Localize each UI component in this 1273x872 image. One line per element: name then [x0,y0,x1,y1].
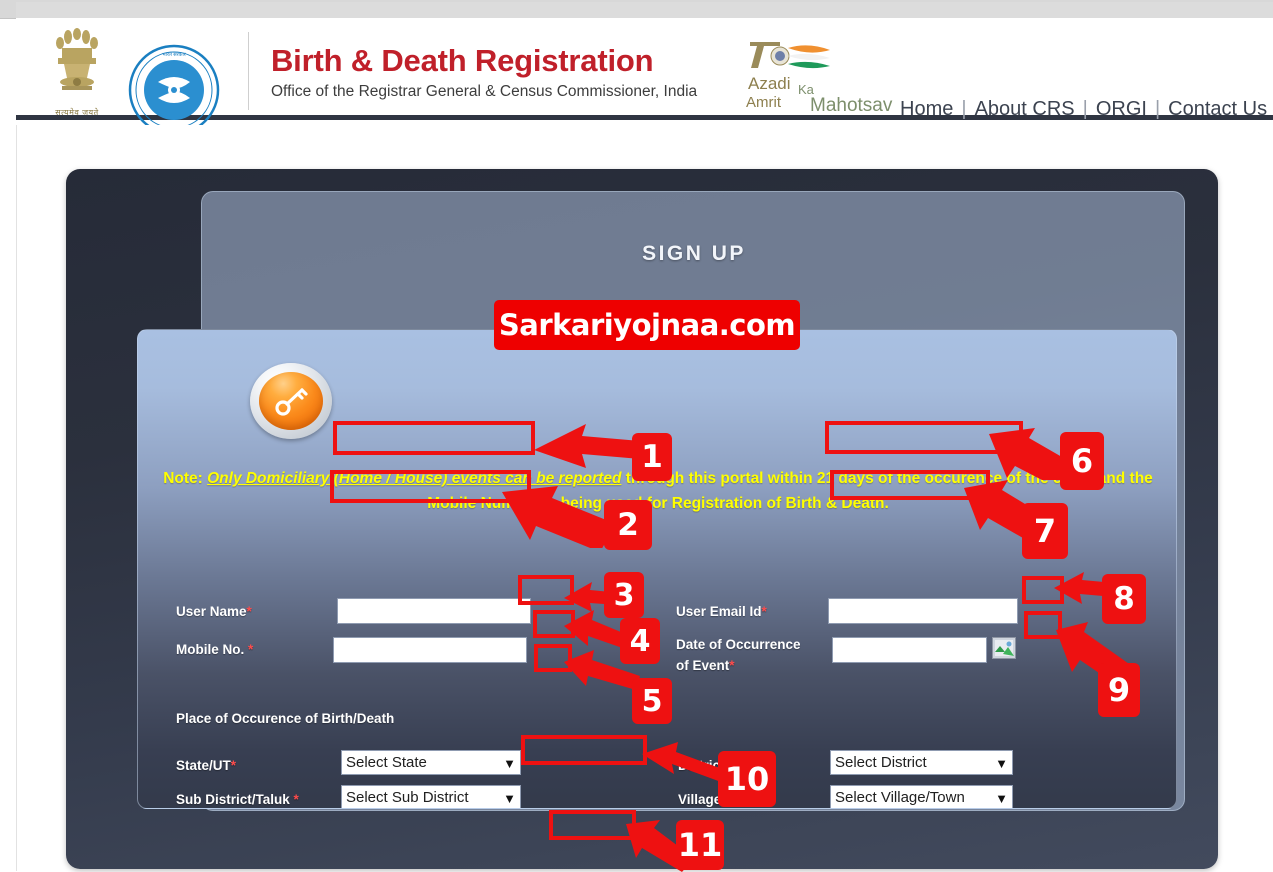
label-state-ut: State/UT* [176,758,237,773]
annotation-number-7: 7 [1022,503,1068,559]
national-emblem-icon: सत्यमेव जयते [38,24,116,120]
main-navigation: Home | About CRS | ORGI | Contact Us [900,98,1267,121]
section-heading-place-of-occurence: Place of Occurence of Birth/Death [176,711,395,726]
label-sub-district-taluk: Sub District/Taluk * [176,792,299,807]
azadi-line-1: Azadi [748,74,791,93]
chevron-down-icon: ▼ [503,790,516,806]
label-user-email: User Email Id* [676,604,767,619]
label-date-of-occurrence: Date of Occurrence [676,637,801,652]
nav-separator-3: | [1154,98,1161,120]
page-body: SIGN UP Note: Only Domiciliary (Home / H… [16,125,1273,871]
label-user-name: User Name* [176,604,252,619]
browser-chrome-strip [0,0,1273,19]
calendar-picker-icon[interactable] [992,637,1016,659]
emblem-caption: सत्यमेव जयते [55,108,99,117]
annotation-number-11: 11 [676,820,724,870]
browser-chrome-inner [16,2,1273,18]
page-title: Birth & Death Registration [271,43,654,78]
watermark-badge: Sarkariyojnaa.com [494,300,800,350]
annotation-number-4: 4 [620,618,660,664]
annotation-number-1: 1 [632,433,672,481]
user-name-input[interactable] [337,598,531,624]
nav-item-about-crs[interactable]: About CRS [975,98,1075,120]
district-select[interactable]: Select District ▼ [830,750,1013,775]
label-date-of-occurrence-2: of Event* [676,658,735,673]
nav-item-home[interactable]: Home [900,98,953,120]
label-mobile-no: Mobile No. * [176,642,254,657]
annotation-number-5: 5 [632,678,672,724]
signup-heading: SIGN UP [642,242,746,265]
sub-district-select[interactable]: Select Sub District ▼ [341,785,521,808]
nav-separator-2: | [1082,98,1088,120]
annotation-number-10: 10 [718,751,776,807]
azadi-ka-amrit-mahotsav-logo: Azadi Amrit Ka Mahotsav [744,40,894,120]
azadi-line-2: Amrit [746,94,781,111]
mobile-no-input[interactable] [333,637,527,663]
state-ut-select[interactable]: Select State ▼ [341,750,521,775]
header-title-block: Birth & Death Registration Office of the… [271,42,697,103]
user-email-input[interactable] [828,598,1018,624]
page-subtitle: Office of the Registrar General & Census… [271,83,698,100]
date-of-occurrence-input[interactable] [832,637,987,663]
district-select-value: Select District [835,754,927,771]
village-town-select[interactable]: Select Village/Town ▼ [830,785,1013,808]
svg-text:भारत सरकार: भारत सरकार [162,52,187,58]
annotation-number-8: 8 [1102,574,1146,624]
annotation-number-6: 6 [1060,432,1104,490]
nav-item-contact-us[interactable]: Contact Us [1168,98,1267,120]
village-town-select-value: Select Village/Town [835,789,965,806]
annotation-number-2: 2 [604,500,652,550]
annotation-number-9: 9 [1098,663,1140,717]
sub-district-select-value: Select Sub District [346,789,469,806]
header-divider [248,32,249,110]
site-header: सत्यमेव जयते भारत सरकार REGISTRAR GENERA… [16,18,1273,136]
key-icon [250,363,332,439]
nav-separator-1: | [961,98,967,120]
nav-item-orgi[interactable]: ORGI [1096,98,1147,120]
azadi-line-4: Mahotsav [810,95,893,116]
orgi-logo-icon: भारत सरकार REGISTRAR GENERAL [128,44,220,136]
chevron-down-icon: ▼ [995,755,1008,771]
chevron-down-icon: ▼ [503,755,516,771]
annotation-number-3: 3 [604,572,644,618]
chevron-down-icon: ▼ [995,790,1008,806]
state-ut-select-value: Select State [346,754,427,771]
